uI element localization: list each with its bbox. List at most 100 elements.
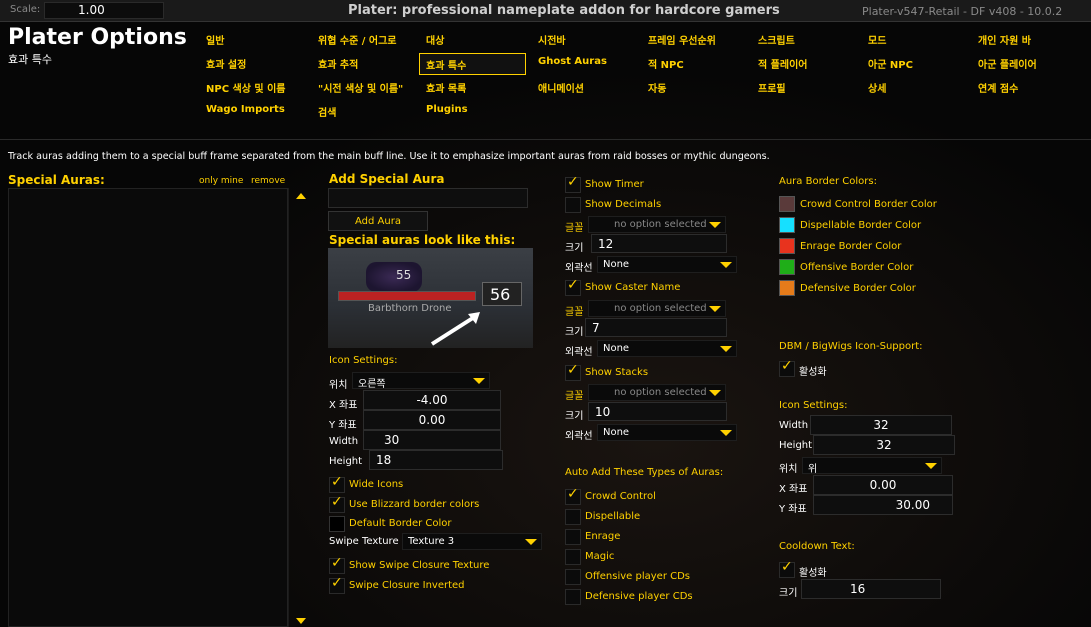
cooldown-size-label: 크기 [779,588,798,599]
tab-7[interactable]: 개인 자원 바 [972,29,1080,49]
blizzard-border-checkbox[interactable]: ✓ [329,494,345,513]
timer-font-dropdown[interactable]: no option selected [588,216,726,233]
add-aura-button[interactable]: Add Aura [328,211,428,231]
x-offset-field[interactable]: -4.00 [363,390,501,410]
auto-add-checkbox-0[interactable]: ✓ [565,486,581,505]
caster-font-dropdown[interactable]: no option selected [588,300,726,317]
show-timer-checkbox[interactable]: ✓ [565,174,581,193]
height-field[interactable]: 18 [369,450,503,470]
border-color-swatch-0[interactable] [779,196,795,212]
chevron-down-icon [709,222,721,228]
stacks-font-label: 글꼴 [565,391,584,402]
width-value: 30 [384,433,400,447]
dbm-anchor-dropdown[interactable]: 위 [802,457,942,475]
tab-0[interactable]: 일반 [200,29,308,49]
tab-26[interactable]: Plugins [420,101,528,121]
dbm-width-value: 32 [873,418,889,432]
tab-8[interactable]: 효과 설정 [200,53,308,73]
stacks-outline-dropdown[interactable]: None [597,424,737,441]
dbm-width-field[interactable]: 32 [810,415,952,435]
show-stacks-label: Show Stacks [585,367,649,378]
preview-level-badge [366,262,422,292]
stacks-font-dropdown[interactable]: no option selected [588,384,726,401]
tab-6[interactable]: 모드 [862,29,970,49]
tab-5[interactable]: 스크립트 [752,29,860,49]
cooldown-enabled-checkbox[interactable]: ✓ [779,559,795,578]
width-field[interactable]: 30 [363,430,501,450]
y-offset-value: 0.00 [418,413,446,427]
y-offset-field[interactable]: 0.00 [363,410,501,430]
tab-14[interactable]: 아군 NPC [862,53,970,73]
anchor-dropdown[interactable]: 오른쪽 [352,372,490,390]
auto-add-label-2: Enrage [585,531,621,542]
show-decimals-checkbox[interactable] [565,197,581,213]
anchor-label: 위치 [329,380,348,391]
tab-4[interactable]: 프레임 우선순위 [642,29,750,49]
tab-21[interactable]: 프로필 [752,77,860,97]
tab-24[interactable]: Wago Imports [200,101,308,121]
stacks-size-value: 10 [595,405,611,419]
page-description: Track auras adding them to a special buf… [8,151,770,162]
checkmark-icon: ✓ [331,474,343,490]
border-color-swatch-1[interactable] [779,217,795,233]
timer-size-field[interactable]: 12 [591,234,727,253]
tab-23[interactable]: 연계 점수 [972,77,1080,97]
checkmark-icon: ✓ [331,575,343,591]
chevron-down-icon [925,463,937,469]
cooldown-size-field[interactable]: 16 [801,579,941,599]
tab-12[interactable]: 적 NPC [642,53,750,73]
swipe-inverted-checkbox[interactable]: ✓ [329,575,345,594]
remove-link[interactable]: remove [251,176,285,186]
tab-11[interactable]: Ghost Auras [532,53,640,73]
caster-size-field[interactable]: 7 [585,318,727,337]
scrollbar-track[interactable] [288,188,314,627]
preview-image: 55 Barbthorn Drone 56 [328,248,533,348]
swipe-closure-checkbox[interactable]: ✓ [329,555,345,574]
tab-1[interactable]: 위협 수준 / 어그로 [312,29,420,49]
swipe-texture-dropdown[interactable]: Texture 3 [402,533,542,550]
show-stacks-checkbox[interactable]: ✓ [565,362,581,381]
tab-22[interactable]: 상세 [862,77,970,97]
dbm-y-field[interactable]: 30.00 [813,495,953,515]
dbm-x-field[interactable]: 0.00 [813,475,953,495]
stacks-size-label: 크기 [565,411,584,422]
page-subtitle: 효과 특수 [8,53,52,66]
tab-15[interactable]: 아군 플레이어 [972,53,1080,73]
tab-10[interactable]: 효과 특수 [419,53,526,75]
auto-add-checkbox-2[interactable] [565,529,581,545]
chevron-down-icon [720,262,732,268]
tab-3[interactable]: 시전바 [532,29,640,49]
only-mine-link[interactable]: only mine [199,176,243,186]
wide-icons-label: Wide Icons [349,479,404,490]
auto-add-checkbox-4[interactable] [565,569,581,585]
stacks-size-field[interactable]: 10 [588,402,727,421]
anchor-value: 오른쪽 [358,379,386,390]
tab-2[interactable]: 대상 [420,29,528,49]
swipe-texture-label: Swipe Texture [329,536,399,547]
caster-outline-dropdown[interactable]: None [597,340,737,357]
wide-icons-checkbox[interactable]: ✓ [329,474,345,493]
tab-20[interactable]: 자동 [642,77,750,97]
auto-add-checkbox-1[interactable] [565,509,581,525]
border-color-swatch-4[interactable] [779,280,795,296]
auto-add-checkbox-5[interactable] [565,589,581,605]
dbm-enabled-checkbox[interactable]: ✓ [779,358,795,377]
tab-16[interactable]: NPC 색상 및 이름 [200,77,308,97]
default-border-color-swatch[interactable] [329,516,345,532]
tab-9[interactable]: 효과 추적 [312,53,420,73]
dbm-height-field[interactable]: 32 [813,435,955,455]
tab-19[interactable]: 애니메이션 [532,77,640,97]
tab-13[interactable]: 적 플레이어 [752,53,860,73]
border-color-swatch-3[interactable] [779,259,795,275]
auto-add-checkbox-3[interactable] [565,549,581,565]
dbm-anchor-value: 위 [808,464,818,475]
auto-add-label-1: Dispellable [585,511,641,522]
tab-25[interactable]: 검색 [312,101,420,121]
show-caster-checkbox[interactable]: ✓ [565,277,581,296]
dbm-enabled-label: 활성화 [799,367,827,378]
tab-18[interactable]: 효과 목록 [420,77,528,97]
tab-17[interactable]: "시전 색상 및 이름" [312,77,420,97]
aura-name-input[interactable] [328,188,528,208]
timer-outline-dropdown[interactable]: None [597,256,737,273]
border-color-swatch-2[interactable] [779,238,795,254]
